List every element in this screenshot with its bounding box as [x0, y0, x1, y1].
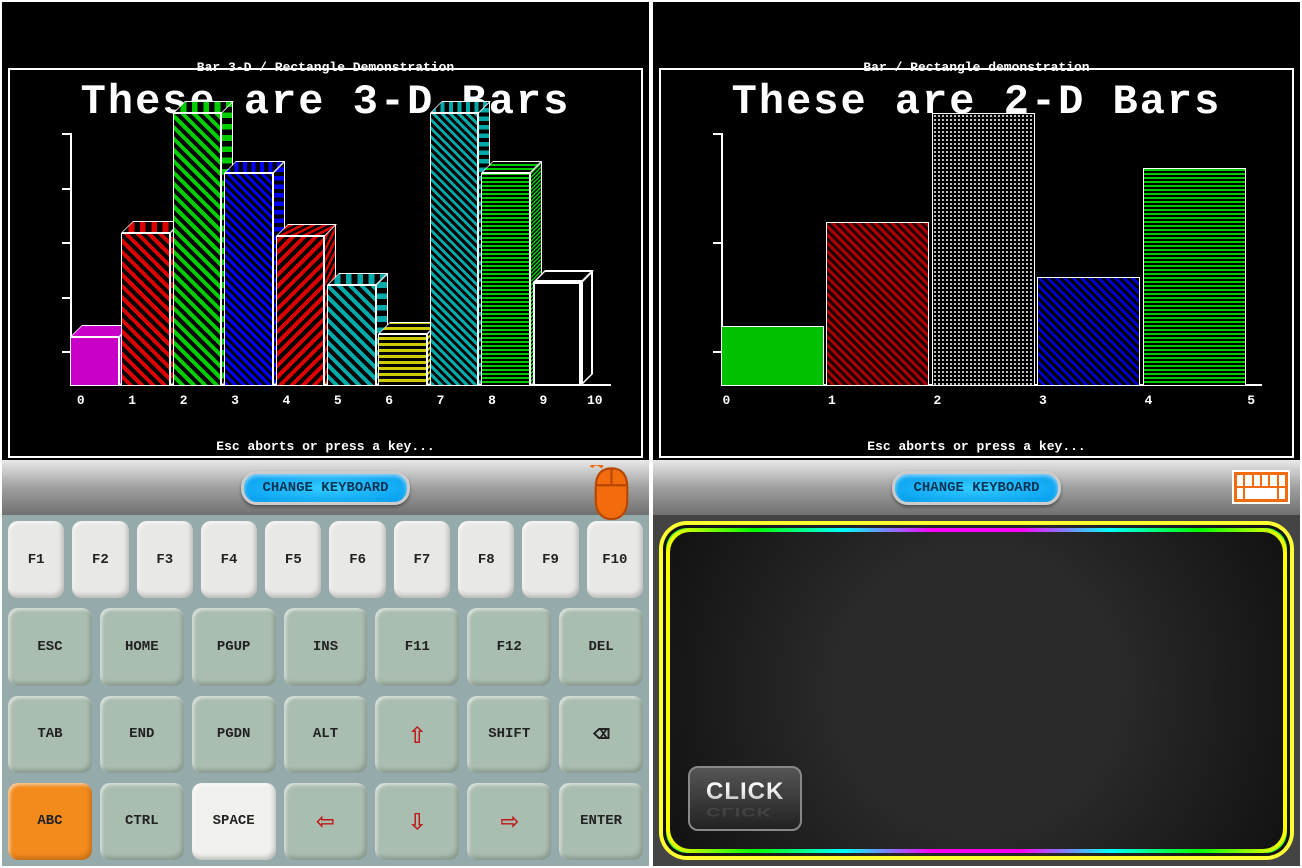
- bar-1: [826, 222, 929, 386]
- arrow-right-icon: ⇨: [500, 803, 518, 840]
- bar-6: [378, 334, 427, 386]
- x-label: 7: [437, 393, 445, 408]
- key-alt[interactable]: ALT: [284, 696, 368, 773]
- x-label: 10: [587, 393, 603, 408]
- key-home[interactable]: HOME: [100, 608, 184, 685]
- keyboard-row-1: F1 F2 F3 F4 F5 F6 F7 F8 F9 F10: [8, 521, 643, 598]
- x-label: 6: [385, 393, 393, 408]
- key-ins[interactable]: INS: [284, 608, 368, 685]
- x-label: 3: [231, 393, 239, 408]
- bar-5: [327, 285, 376, 386]
- chart-title: These are 3-D Bars: [10, 78, 641, 126]
- mouse-icon[interactable]: [589, 465, 634, 513]
- key-abc[interactable]: ABC: [8, 783, 92, 860]
- key-f12[interactable]: F12: [467, 608, 551, 685]
- control-bar: CHANGE KEYBOARD: [2, 460, 649, 515]
- trackpad[interactable]: CLICK CLICK: [663, 525, 1290, 856]
- key-end[interactable]: END: [100, 696, 184, 773]
- key-backspace[interactable]: ⌫: [559, 696, 643, 773]
- right-pane: Bar / Rectangle demonstration These are …: [651, 0, 1302, 868]
- x-label: 1: [828, 393, 836, 408]
- bar-0: [721, 326, 824, 386]
- screen-frame: These are 2-D Bars 0 1 2 3 4 5: [659, 68, 1294, 458]
- x-label: 2: [933, 393, 941, 408]
- control-bar: CHANGE KEYBOARD: [653, 460, 1300, 515]
- key-f10[interactable]: F10: [587, 521, 643, 598]
- screen-footer: Esc aborts or press a key...: [10, 439, 641, 454]
- arrow-left-icon: ⇦: [316, 803, 334, 840]
- key-f5[interactable]: F5: [265, 521, 321, 598]
- bar-3: [1037, 277, 1140, 386]
- x-label: 3: [1039, 393, 1047, 408]
- x-label: 4: [1144, 393, 1152, 408]
- screen-footer: Esc aborts or press a key...: [661, 439, 1292, 454]
- key-ctrl[interactable]: CTRL: [100, 783, 184, 860]
- key-pgup[interactable]: PGUP: [192, 608, 276, 685]
- arrow-down-icon: ⇩: [408, 803, 426, 840]
- x-label: 0: [77, 393, 85, 408]
- key-f3[interactable]: F3: [137, 521, 193, 598]
- key-space[interactable]: SPACE: [192, 783, 276, 860]
- emulator-screen-left: Bar 3-D / Rectangle Demonstration These …: [2, 2, 649, 460]
- key-f6[interactable]: F6: [329, 521, 385, 598]
- key-f4[interactable]: F4: [201, 521, 257, 598]
- trackpad-zone: CLICK CLICK: [653, 515, 1300, 866]
- keyboard-row-2: ESC HOME PGUP INS F11 F12 DEL: [8, 608, 643, 685]
- x-label: 5: [1247, 393, 1255, 408]
- keyboard-control-area: CHANGE KEYBOARD F1 F2 F3 F4 F5 F6 F7 F8 …: [2, 460, 649, 866]
- bar-0: [70, 337, 119, 386]
- trackpad-control-area: CHANGE KEYBOARD CLICK CLICK: [653, 460, 1300, 866]
- bar-4: [1143, 168, 1246, 386]
- keyboard-icon[interactable]: [1232, 470, 1290, 504]
- change-keyboard-button[interactable]: CHANGE KEYBOARD: [241, 471, 409, 505]
- key-f1[interactable]: F1: [8, 521, 64, 598]
- bar-2: [173, 113, 222, 386]
- key-arrow-down[interactable]: ⇩: [375, 783, 459, 860]
- left-pane: Bar 3-D / Rectangle Demonstration These …: [0, 0, 651, 868]
- bar-8: [481, 173, 530, 386]
- key-del[interactable]: DEL: [559, 608, 643, 685]
- key-pgdn[interactable]: PGDN: [192, 696, 276, 773]
- screen-frame: These are 3-D Bars: [8, 68, 643, 458]
- bar-4: [276, 236, 325, 386]
- bar-1: [121, 233, 170, 386]
- click-label: CLICK: [706, 778, 784, 806]
- key-arrow-up[interactable]: ⇧: [375, 696, 459, 773]
- bar-7: [430, 113, 479, 386]
- key-f8[interactable]: F8: [458, 521, 514, 598]
- bar-9: [533, 282, 582, 386]
- emulator-screen-right: Bar / Rectangle demonstration These are …: [653, 2, 1300, 460]
- x-label: 4: [282, 393, 290, 408]
- x-label: 2: [180, 393, 188, 408]
- key-f2[interactable]: F2: [72, 521, 128, 598]
- bar-3: [224, 173, 273, 386]
- chart-2d: 0 1 2 3 4 5: [721, 133, 1262, 406]
- chart-3d: 0 1 2 3 4 5 6 7 8 9 10: [70, 133, 611, 406]
- x-label: 9: [539, 393, 547, 408]
- virtual-keyboard: F1 F2 F3 F4 F5 F6 F7 F8 F9 F10 ESC HOME …: [2, 515, 649, 866]
- click-button[interactable]: CLICK CLICK: [688, 766, 802, 831]
- bar-2: [932, 113, 1035, 386]
- x-label: 0: [723, 393, 731, 408]
- key-enter[interactable]: ENTER: [559, 783, 643, 860]
- keyboard-row-4: ABC CTRL SPACE ⇦ ⇩ ⇨ ENTER: [8, 783, 643, 860]
- backspace-icon: ⌫: [593, 717, 610, 752]
- key-tab[interactable]: TAB: [8, 696, 92, 773]
- keyboard-row-3: TAB END PGDN ALT ⇧ SHIFT ⌫: [8, 696, 643, 773]
- key-arrow-right[interactable]: ⇨: [467, 783, 551, 860]
- x-label: 8: [488, 393, 496, 408]
- key-f7[interactable]: F7: [394, 521, 450, 598]
- arrow-up-icon: ⇧: [408, 716, 426, 753]
- key-f11[interactable]: F11: [375, 608, 459, 685]
- key-shift[interactable]: SHIFT: [467, 696, 551, 773]
- x-label: 1: [128, 393, 136, 408]
- key-esc[interactable]: ESC: [8, 608, 92, 685]
- x-label: 5: [334, 393, 342, 408]
- key-f9[interactable]: F9: [522, 521, 578, 598]
- change-keyboard-button[interactable]: CHANGE KEYBOARD: [892, 471, 1060, 505]
- key-arrow-left[interactable]: ⇦: [284, 783, 368, 860]
